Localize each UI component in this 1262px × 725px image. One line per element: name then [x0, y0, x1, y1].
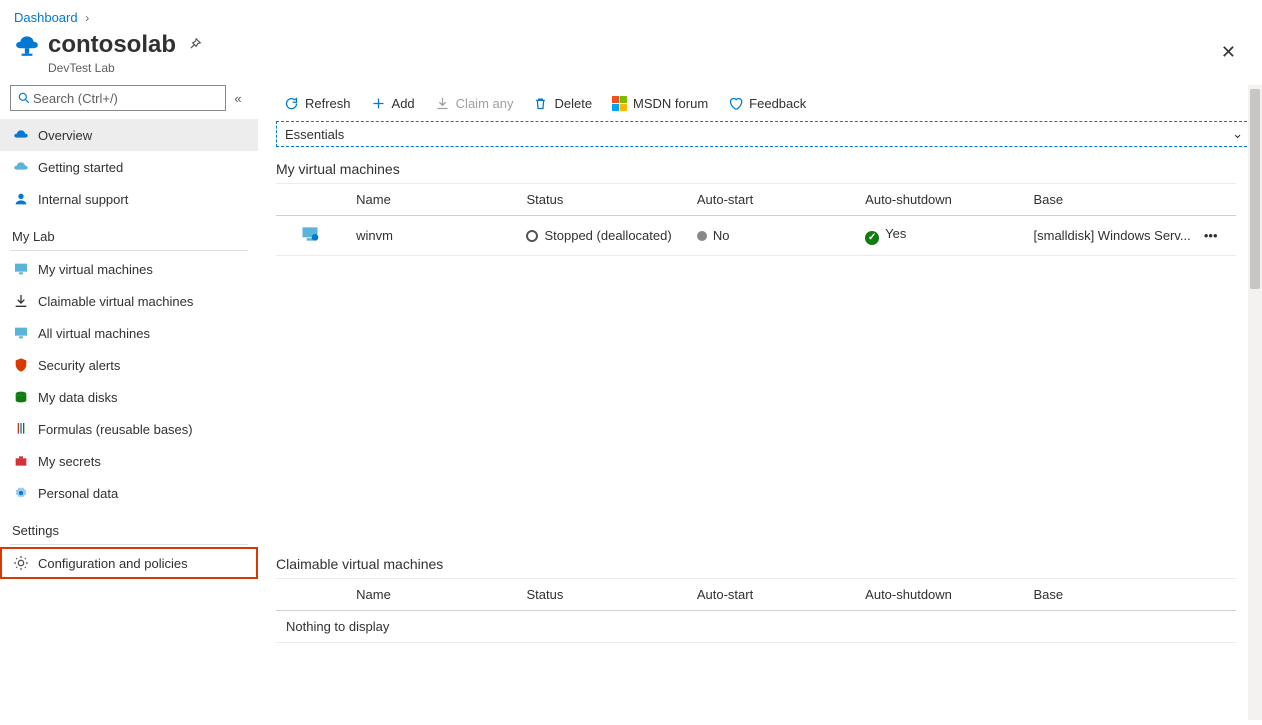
search-input[interactable] [31, 90, 219, 107]
sidebar-item-internal-support[interactable]: Internal support [0, 183, 258, 215]
refresh-button[interactable]: Refresh [276, 87, 359, 119]
search-input-wrapper[interactable] [10, 85, 226, 111]
devtestlab-icon [14, 32, 40, 58]
sidebar-item-my-vms[interactable]: My virtual machines [0, 253, 258, 285]
sidebar-item-label: Configuration and policies [38, 556, 188, 571]
sidebar-item-label: Security alerts [38, 358, 120, 373]
my-vms-table: Name Status Auto-start Auto-shutdown Bas… [276, 183, 1236, 256]
scrollbar[interactable] [1248, 85, 1262, 720]
feedback-button[interactable]: Feedback [720, 87, 814, 119]
sidebar-item-label: Formulas (reusable bases) [38, 422, 193, 437]
breadcrumb: Dashboard › [0, 0, 1262, 31]
plus-icon [371, 96, 386, 111]
person-icon [12, 190, 30, 208]
column-header-autostart[interactable]: Auto-start [691, 579, 859, 611]
empty-row: Nothing to display [276, 611, 1236, 643]
cell-autoshutdown: ✓Yes [859, 216, 1027, 256]
stopped-icon [526, 230, 538, 242]
sidebar-item-getting-started[interactable]: Getting started [0, 151, 258, 183]
sidebar-item-label: Getting started [38, 160, 123, 175]
check-icon: ✓ [865, 231, 879, 245]
sidebar-item-security-alerts[interactable]: Security alerts [0, 349, 258, 381]
heart-icon [728, 96, 743, 111]
sidebar-item-claimable-vms[interactable]: Claimable virtual machines [0, 285, 258, 317]
gear-icon [12, 484, 30, 502]
sidebar-item-label: Internal support [38, 192, 128, 207]
essentials-label: Essentials [285, 127, 344, 142]
briefcase-icon [12, 452, 30, 470]
collapse-sidebar-icon[interactable]: « [226, 91, 250, 106]
column-header-icon [276, 184, 350, 216]
sidebar-item-label: My secrets [38, 454, 101, 469]
breadcrumb-root[interactable]: Dashboard [14, 10, 78, 25]
column-header-autostart[interactable]: Auto-start [691, 184, 859, 216]
sidebar-item-overview[interactable]: Overview [0, 119, 258, 151]
chevron-right-icon: › [85, 11, 89, 25]
row-more-button[interactable]: ••• [1198, 216, 1236, 256]
essentials-panel[interactable]: Essentials ⌄ [276, 121, 1252, 147]
sidebar-item-personal-data[interactable]: Personal data [0, 477, 258, 509]
download-icon [435, 96, 450, 111]
column-header-name[interactable]: Name [350, 579, 520, 611]
sidebar-item-my-secrets[interactable]: My secrets [0, 445, 258, 477]
sidebar-item-label: My data disks [38, 390, 117, 405]
close-icon[interactable]: ✕ [1221, 42, 1236, 63]
sidebar-item-my-data-disks[interactable]: My data disks [0, 381, 258, 413]
cell-name: winvm [350, 216, 520, 256]
cell-status: Stopped (deallocated) [520, 216, 690, 256]
column-header-status[interactable]: Status [520, 184, 690, 216]
column-header-base[interactable]: Base [1028, 579, 1198, 611]
sidebar-divider [10, 250, 248, 251]
page-title: contosolab [48, 31, 176, 59]
shield-icon [12, 356, 30, 374]
section-heading-claimable-vms: Claimable virtual machines [276, 556, 1252, 572]
column-header-autoshutdown[interactable]: Auto-shutdown [859, 579, 1027, 611]
add-button[interactable]: Add [363, 87, 423, 119]
column-header-status[interactable]: Status [520, 579, 690, 611]
cell-autostart: No [691, 216, 859, 256]
sidebar-item-label: Claimable virtual machines [38, 294, 193, 309]
claim-any-button: Claim any [427, 87, 522, 119]
page-subtitle: DevTest Lab [0, 61, 1262, 85]
sidebar-item-formulas[interactable]: Formulas (reusable bases) [0, 413, 258, 445]
monitor-icon [12, 324, 30, 342]
download-icon [12, 292, 30, 310]
table-row[interactable]: winvm Stopped (deallocated) No ✓Yes [sma… [276, 216, 1236, 256]
microsoft-icon [612, 96, 627, 111]
vm-icon [300, 224, 320, 244]
column-header-name[interactable]: Name [350, 184, 520, 216]
msdn-forum-button[interactable]: MSDN forum [604, 87, 716, 119]
cloud-icon [12, 158, 30, 176]
search-icon [17, 91, 31, 105]
sidebar-item-label: Personal data [38, 486, 118, 501]
disk-icon [12, 388, 30, 406]
monitor-icon [12, 260, 30, 278]
cell-base: [smalldisk] Windows Serv... [1028, 216, 1198, 256]
toolbar: Refresh Add Claim any Delete MSDN forum … [276, 85, 1252, 121]
sidebar-heading-mylab: My Lab [0, 215, 258, 248]
gear-icon [12, 554, 30, 572]
flask-icon [12, 420, 30, 438]
sidebar-item-label: My virtual machines [38, 262, 153, 277]
pin-icon[interactable] [188, 37, 202, 54]
claimable-vms-table: Name Status Auto-start Auto-shutdown Bas… [276, 578, 1236, 643]
trash-icon [533, 96, 548, 111]
cloud-icon [12, 126, 30, 144]
sidebar-item-label: Overview [38, 128, 92, 143]
sidebar-heading-settings: Settings [0, 509, 258, 542]
sidebar-item-configuration-policies[interactable]: Configuration and policies [0, 547, 258, 579]
sidebar-item-all-vms[interactable]: All virtual machines [0, 317, 258, 349]
gray-dot-icon [697, 231, 707, 241]
column-header-autoshutdown[interactable]: Auto-shutdown [859, 184, 1027, 216]
sidebar-divider [10, 544, 248, 545]
chevron-down-icon: ⌄ [1232, 126, 1243, 142]
delete-button[interactable]: Delete [525, 87, 600, 119]
column-header-base[interactable]: Base [1028, 184, 1198, 216]
refresh-icon [284, 96, 299, 111]
section-heading-my-vms: My virtual machines [276, 161, 1252, 177]
sidebar-item-label: All virtual machines [38, 326, 150, 341]
